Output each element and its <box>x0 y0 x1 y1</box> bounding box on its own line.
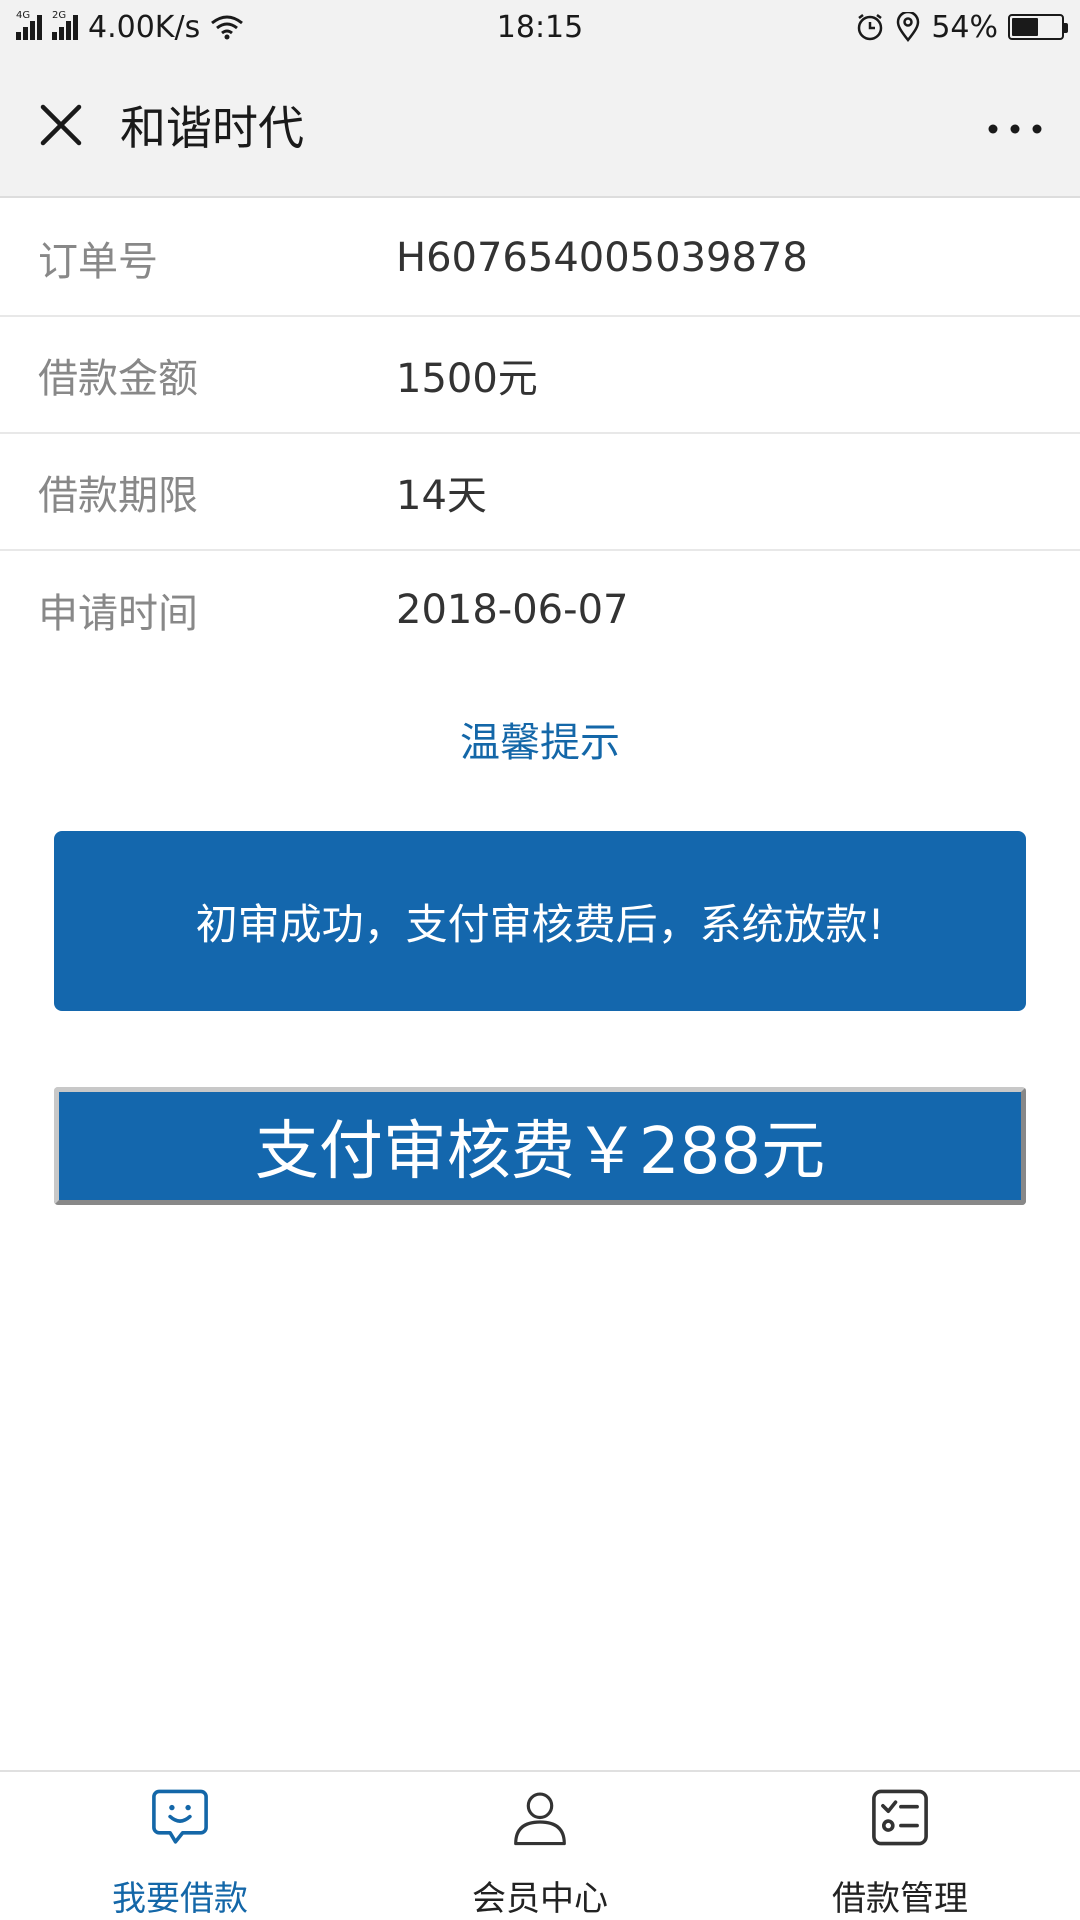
page-title: 和谐时代 <box>120 101 304 155</box>
more-icon <box>988 124 1042 134</box>
tab-label: 我要借款 <box>112 1879 248 1919</box>
network-speed: 4.00K/s <box>88 9 201 45</box>
order-info-list: 订单号 H607654005039878 借款金额 1500元 借款期限 14天… <box>0 200 1080 668</box>
network-2g-label: 2G <box>52 10 67 21</box>
close-icon <box>40 104 82 146</box>
tab-bar: 我要借款 会员中心 借款管理 <box>0 1770 1080 1920</box>
info-label: 订单号 <box>38 238 158 285</box>
checklist-icon <box>872 1789 928 1846</box>
tab-label: 借款管理 <box>832 1879 968 1919</box>
signal-2g-icon: 2G <box>52 10 78 40</box>
nav-bar: 和谐时代 <box>0 54 1080 198</box>
close-button[interactable] <box>26 90 96 160</box>
tab-borrow[interactable]: 我要借款 <box>0 1772 360 1920</box>
location-icon <box>897 12 920 42</box>
pay-button-label: 支付审核费￥288元 <box>254 1115 826 1189</box>
status-right: 54% <box>855 9 1068 45</box>
tip-message: 初审成功，支付审核费后，系统放款! <box>195 899 885 949</box>
info-row-amount: 借款金额 1500元 <box>0 317 1080 434</box>
status-left: 4G 2G 4.00K/s <box>16 10 244 45</box>
info-label: 借款金额 <box>38 355 198 402</box>
tab-member-center[interactable]: 会员中心 <box>360 1772 720 1920</box>
info-label: 借款期限 <box>38 472 198 519</box>
wifi-icon <box>211 15 244 40</box>
info-value: 1500元 <box>396 355 538 402</box>
tab-label: 会员中心 <box>472 1879 608 1919</box>
info-value: H607654005039878 <box>396 234 808 281</box>
battery-fill <box>1012 18 1038 36</box>
info-label: 申请时间 <box>38 590 198 637</box>
info-row-order-no: 订单号 H607654005039878 <box>0 200 1080 317</box>
more-button[interactable] <box>980 94 1050 164</box>
tip-title: 温馨提示 <box>460 720 620 766</box>
person-icon <box>514 1792 566 1846</box>
tip-message-box: 初审成功，支付审核费后，系统放款! <box>54 831 1026 1011</box>
info-row-apply-date: 申请时间 2018-06-07 <box>0 551 1080 668</box>
pay-review-fee-button[interactable]: 支付审核费￥288元 <box>54 1087 1026 1205</box>
network-4g-label: 4G <box>16 10 31 21</box>
info-row-term: 借款期限 14天 <box>0 434 1080 551</box>
battery-percent: 54% <box>931 9 998 45</box>
info-value: 2018-06-07 <box>396 586 629 633</box>
tab-loan-management[interactable]: 借款管理 <box>720 1772 1080 1920</box>
chat-smile-icon <box>152 1789 208 1844</box>
signal-4g-icon: 4G <box>16 10 42 40</box>
battery-icon <box>1008 14 1068 40</box>
info-value: 14天 <box>396 472 487 519</box>
alarm-icon <box>858 14 883 41</box>
status-bar: 4G 2G 4.00K/s 18:15 54% <box>0 0 1080 54</box>
